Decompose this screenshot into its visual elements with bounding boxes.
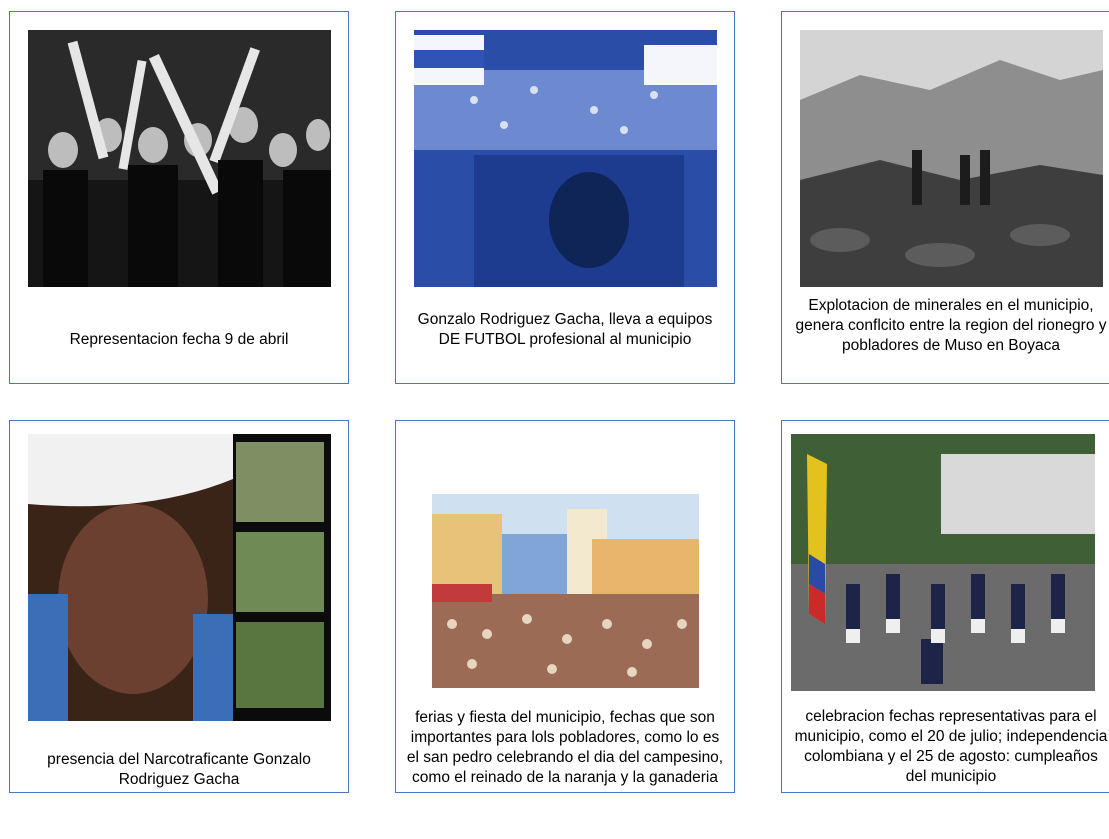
protest-photo xyxy=(28,30,331,287)
portrait-collage-photo xyxy=(28,434,331,721)
card-mining: Explotacion de minerales en el municipio… xyxy=(781,11,1109,384)
card-narco: presencia del Narcotraficante Gonzalo Ro… xyxy=(9,420,349,793)
card-football: Gonzalo Rodriguez Gacha, lleva a equipos… xyxy=(395,11,735,384)
fair-photo xyxy=(432,494,699,688)
card-fair: ferias y fiesta del municipio, fechas qu… xyxy=(395,420,735,793)
card-caption: ferias y fiesta del municipio, fechas qu… xyxy=(406,709,724,786)
mining-photo xyxy=(800,30,1103,287)
card-celebration: celebracion fechas representativas para … xyxy=(781,420,1109,793)
card-caption: Explotacion de minerales en el municipio… xyxy=(795,297,1107,354)
card-caption: celebracion fechas representativas para … xyxy=(794,708,1108,785)
card-caption: presencia del Narcotraficante Gonzalo Ro… xyxy=(47,751,311,788)
card-caption: Gonzalo Rodriguez Gacha, lleva a equipos… xyxy=(417,311,713,348)
football-fans-photo xyxy=(414,30,717,287)
parade-photo xyxy=(791,434,1095,691)
card-caption: Representacion fecha 9 de abril xyxy=(69,331,289,348)
card-protest: Representacion fecha 9 de abril xyxy=(9,11,349,384)
